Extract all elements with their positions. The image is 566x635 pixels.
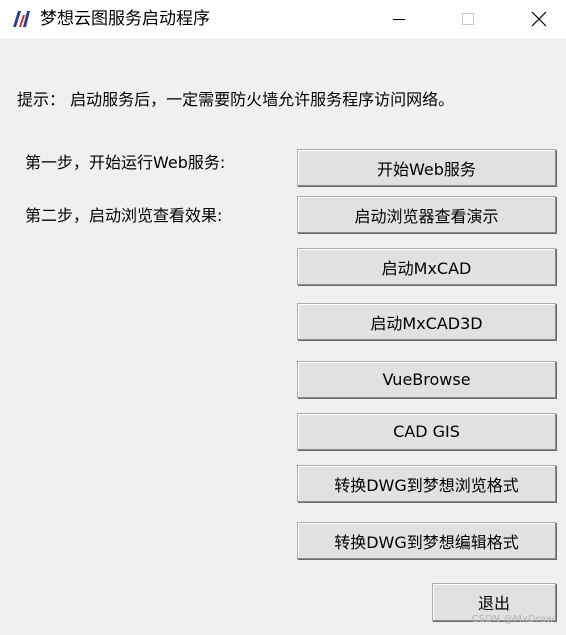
vuebrowse-button[interactable]: VueBrowse bbox=[297, 361, 556, 398]
close-button[interactable] bbox=[516, 0, 562, 38]
step2-label: 第二步，启动浏览查看效果: bbox=[25, 206, 223, 225]
firewall-hint: 提示： 启动服务后，一定需要防火墙允许服务程序访问网络。 bbox=[17, 90, 455, 109]
start-web-service-button[interactable]: 开始Web服务 bbox=[297, 149, 556, 186]
title-bar[interactable]: 梦想云图服务启动程序 bbox=[0, 0, 566, 38]
convert-dwg-edit-button[interactable]: 转换DWG到梦想编辑格式 bbox=[297, 522, 556, 559]
watermark: CSDN @MxDraw bbox=[471, 614, 554, 625]
mxdraw-logo-icon bbox=[13, 11, 30, 27]
minimize-button[interactable] bbox=[376, 0, 422, 38]
open-browser-demo-button[interactable]: 启动浏览器查看演示 bbox=[297, 196, 556, 233]
convert-dwg-view-button[interactable]: 转换DWG到梦想浏览格式 bbox=[297, 465, 556, 502]
app-window: 梦想云图服务启动程序 提示： 启动服务后，一定需要防火墙允许服务程序访问网络。 … bbox=[0, 0, 566, 635]
window-title: 梦想云图服务启动程序 bbox=[40, 9, 210, 29]
close-icon bbox=[531, 11, 547, 27]
maximize-button[interactable] bbox=[445, 0, 491, 38]
step1-label: 第一步，开始运行Web服务: bbox=[25, 153, 226, 172]
cad-gis-button[interactable]: CAD GIS bbox=[297, 413, 556, 450]
minimize-icon bbox=[393, 18, 405, 20]
maximize-icon bbox=[462, 13, 474, 25]
launch-mxcad-button[interactable]: 启动MxCAD bbox=[297, 248, 556, 285]
launch-mxcad3d-button[interactable]: 启动MxCAD3D bbox=[297, 303, 556, 340]
